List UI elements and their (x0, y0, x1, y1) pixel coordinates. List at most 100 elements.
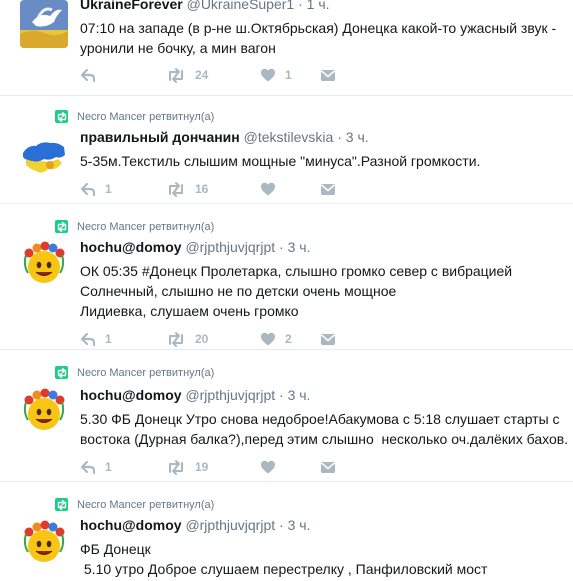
envelope-icon (320, 459, 336, 475)
tweet-timestamp[interactable]: 3 ч. (288, 517, 311, 533)
reply-button[interactable]: 1 (80, 459, 112, 475)
retweet-context-label[interactable]: Necro Mancer ретвитнул(а) (77, 221, 214, 233)
direct-message-button[interactable] (320, 67, 336, 83)
reply-button[interactable]: 1 (80, 331, 112, 347)
tweet-timestamp[interactable]: 3 ч. (288, 387, 311, 403)
retweet-count: 16 (195, 182, 209, 196)
tweet-text: ФБ Донецк 5.10 утро Доброе слушаем перес… (80, 539, 487, 579)
author-name[interactable]: hochu@domoy (80, 387, 182, 403)
tweet[interactable]: Necro Mancer ретвитнул(а) hochu@domoy @rj… (0, 350, 573, 482)
retweet-context: Necro Mancer ретвитнул(а) (55, 220, 214, 233)
tweet-text-line: ФБ Донецк (80, 541, 151, 557)
reply-icon (80, 459, 96, 475)
tweet-header: hochu@domoy @rjpthjuvjqrjpt · 3 ч. (80, 239, 310, 255)
reply-count: 1 (105, 182, 112, 196)
tweet-text-line: уронили не бочку, а мин вагон (80, 40, 276, 56)
tweet[interactable]: Necro Mancer ретвитнул(а) правильный донч… (0, 96, 573, 204)
emoji-wreath-avatar[interactable] (20, 518, 68, 566)
tweet-header: UkraineForever @UkraineSuper1 · 1 ч. (80, 0, 330, 12)
reply-count: 1 (105, 332, 112, 346)
retweet-context: Necro Mancer ретвитнул(а) (55, 366, 214, 379)
author-handle[interactable]: @rjpthjuvjqrjpt (185, 387, 275, 403)
author-name[interactable]: hochu@domoy (80, 239, 182, 255)
emoji-wreath-avatar[interactable] (20, 386, 68, 434)
reply-button[interactable] (80, 67, 105, 83)
tweet-text-line: ОК 05:35 #Донецк Пролетарка, слышно гром… (80, 263, 513, 279)
dove-on-flag-avatar[interactable] (20, 0, 68, 48)
retweet-button[interactable]: 24 (166, 67, 208, 83)
tweet[interactable]: Necro Mancer ретвитнул(а) hochu@domoy @rj… (0, 482, 573, 581)
tweet-timestamp[interactable]: 3 ч. (346, 129, 369, 145)
author-handle[interactable]: @rjpthjuvjqrjpt (185, 239, 275, 255)
retweet-icon (166, 67, 186, 83)
retweet-count: 20 (195, 332, 209, 346)
tweet[interactable]: UkraineForever @UkraineSuper1 · 1 ч. 07:1… (0, 0, 573, 96)
tweet-text: 5.30 ФБ Донецк Утро снова недоброе!Абаку… (80, 409, 568, 449)
direct-message-button[interactable] (320, 459, 336, 475)
heart-icon (260, 67, 276, 83)
author-name[interactable]: UkraineForever (80, 0, 183, 12)
direct-message-button[interactable] (320, 181, 336, 197)
envelope-icon (320, 331, 336, 347)
heart-icon (260, 181, 276, 197)
separator-dot: · (279, 517, 284, 533)
retweet-context-label[interactable]: Necro Mancer ретвитнул(а) (77, 499, 214, 511)
tweet-text-line: Солнечный, слышно не по детски очень мощ… (80, 283, 397, 299)
separator-dot: · (279, 387, 284, 403)
reply-button[interactable]: 1 (80, 181, 112, 197)
tweet-text: 07:10 на западе (в р-не ш.Октябрьская) Д… (80, 18, 556, 58)
tweet-header: hochu@domoy @rjpthjuvjqrjpt · 3 ч. (80, 387, 310, 403)
author-handle[interactable]: @tekstilevskia (244, 129, 334, 145)
retweet-count: 19 (195, 460, 209, 474)
separator-dot: · (337, 129, 342, 145)
author-name[interactable]: правильный дончанин (80, 129, 240, 145)
tweet-text-line: 5.10 утро Доброе слушаем перестрелку , П… (80, 561, 488, 577)
retweet-icon (166, 181, 186, 197)
retweet-button[interactable]: 19 (166, 459, 208, 475)
retweet-context-label[interactable]: Necro Mancer ретвитнул(а) (77, 111, 214, 123)
tweet-header: hochu@domoy @rjpthjuvjqrjpt · 3 ч. (80, 517, 310, 533)
tweet-text-line: 5-35м.Текстиль слышим мощные "минуса".Ра… (80, 153, 481, 169)
reply-icon (80, 67, 96, 83)
tweet-text: ОК 05:35 #Донецк Пролетарка, слышно гром… (80, 261, 512, 321)
separator-dot: · (279, 239, 284, 255)
direct-message-button[interactable] (320, 331, 336, 347)
retweet-badge-icon (55, 220, 68, 233)
like-button[interactable]: 1 (260, 67, 292, 83)
author-handle[interactable]: @UkraineSuper1 (187, 0, 295, 12)
retweet-button[interactable]: 16 (166, 181, 208, 197)
like-button[interactable]: 2 (260, 331, 292, 347)
like-button[interactable] (260, 459, 285, 475)
like-count: 2 (285, 332, 292, 346)
retweet-icon (166, 459, 186, 475)
tweet-actions: 24 1 (80, 67, 500, 85)
tweet-timestamp[interactable]: 3 ч. (288, 239, 311, 255)
tweet-actions: 1 19 (80, 459, 500, 477)
retweet-badge-icon (55, 498, 68, 511)
separator-dot: · (298, 0, 303, 12)
retweet-badge-icon (55, 110, 68, 123)
like-button[interactable] (260, 181, 285, 197)
tweet-text-line: востока (Дурная балка?),перед этим слышн… (80, 431, 569, 447)
tweet-actions: 1 16 (80, 181, 500, 199)
author-name[interactable]: hochu@domoy (80, 517, 182, 533)
tweet-text-line: 5.30 ФБ Донецк Утро снова недоброе!Абаку… (80, 411, 560, 427)
reply-icon (80, 331, 96, 347)
envelope-icon (320, 67, 336, 83)
reply-count: 1 (105, 460, 112, 474)
author-handle[interactable]: @rjpthjuvjqrjpt (185, 517, 275, 533)
like-count: 1 (285, 68, 292, 82)
retweet-context-label[interactable]: Necro Mancer ретвитнул(а) (77, 367, 214, 379)
retweet-count: 24 (195, 68, 209, 82)
heart-icon (260, 331, 276, 347)
tweet-timestamp[interactable]: 1 ч. (307, 0, 330, 12)
tweet-actions: 1 20 2 (80, 331, 500, 349)
retweet-context: Necro Mancer ретвитнул(а) (55, 110, 214, 123)
tweet[interactable]: Necro Mancer ретвитнул(а) hochu@domoy @rj… (0, 204, 573, 350)
tweet-text-line: Лидиевка, слушаем очень громко (80, 303, 299, 319)
retweet-context: Necro Mancer ретвитнул(а) (55, 498, 214, 511)
ukraine-map-avatar[interactable] (20, 133, 68, 181)
heart-icon (260, 459, 276, 475)
retweet-button[interactable]: 20 (166, 331, 208, 347)
emoji-wreath-avatar[interactable] (20, 239, 68, 287)
